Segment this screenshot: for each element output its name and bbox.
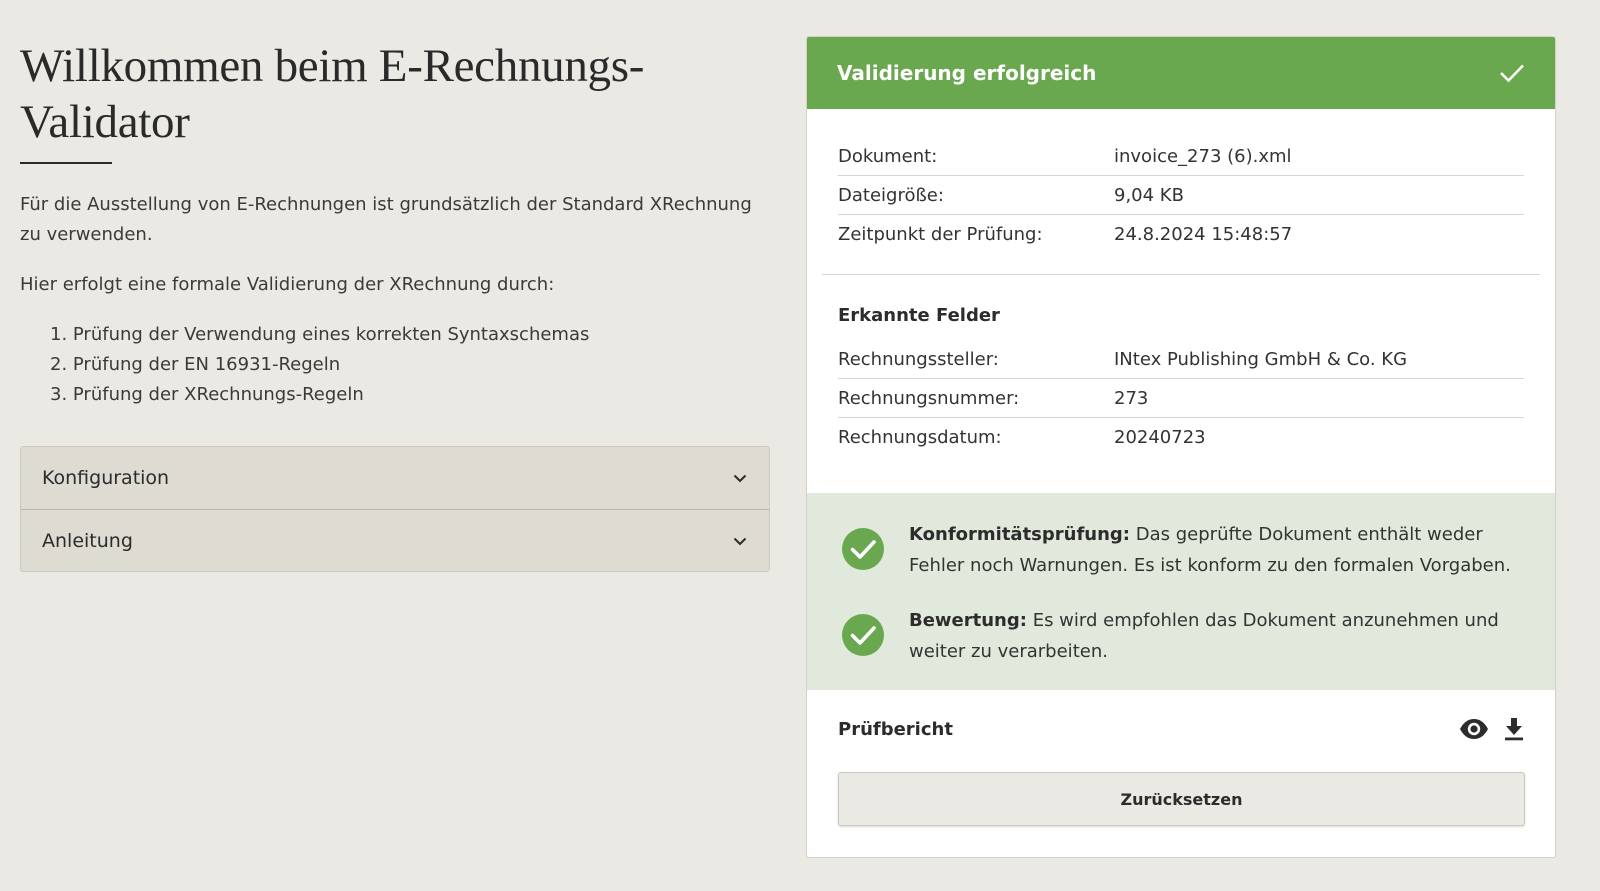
report-actions xyxy=(1459,717,1525,741)
intro-column: Willkommen beim E-Rechnungs-Validator Fü… xyxy=(20,38,770,572)
table-row: Dateigröße: 9,04 KB xyxy=(838,176,1524,215)
table-row: Rechnungsdatum: 20240723 xyxy=(838,418,1524,457)
check-circle-icon xyxy=(842,528,884,570)
table-row: Rechnungssteller: INtex Publishing GmbH … xyxy=(838,340,1524,379)
row-value: 273 xyxy=(1114,387,1149,409)
accordion-item-anleitung[interactable]: Anleitung xyxy=(21,509,769,571)
row-key: Rechnungsdatum: xyxy=(838,427,1002,448)
page-title: Willkommen beim E-Rechnungs-Validator xyxy=(20,40,645,148)
status-label: Konformitätsprüfung: xyxy=(909,524,1131,545)
row-value: 20240723 xyxy=(1114,427,1206,448)
table-row: Zeitpunkt der Prüfung: 24.8.2024 15:48:5… xyxy=(838,215,1524,254)
chevron-down-icon xyxy=(733,537,747,545)
status-text: Konformitätsprüfung: Das geprüfte Dokume… xyxy=(909,519,1525,581)
row-key: Dokument: xyxy=(838,145,938,167)
row-key: Dateigröße: xyxy=(838,184,944,206)
document-info-table: Dokument: invoice_273 (6).xml Dateigröße… xyxy=(838,137,1524,254)
status-label: Bewertung: xyxy=(909,610,1027,631)
assessment-status: Bewertung: Es wird empfohlen das Dokumen… xyxy=(841,605,1525,667)
row-key: Rechnungsnummer: xyxy=(838,387,1020,409)
check-icon xyxy=(1500,64,1524,83)
conformity-status: Konformitätsprüfung: Das geprüfte Dokume… xyxy=(841,519,1525,581)
row-key: Rechnungssteller: xyxy=(838,348,999,370)
check-circle-icon xyxy=(842,614,884,656)
status-text: Bewertung: Es wird empfohlen das Dokumen… xyxy=(909,605,1525,667)
row-value: INtex Publishing GmbH & Co. KG xyxy=(1114,348,1408,370)
report-title: Prüfbericht xyxy=(838,718,953,740)
row-value: invoice_273 (6).xml xyxy=(1114,145,1292,167)
result-header: Validierung erfolgreich xyxy=(807,37,1555,109)
table-row: Dokument: invoice_273 (6).xml xyxy=(838,137,1524,176)
detected-fields-title: Erkannte Felder xyxy=(838,305,1000,326)
eye-icon[interactable] xyxy=(1459,718,1489,740)
detected-fields-table: Rechnungssteller: INtex Publishing GmbH … xyxy=(838,340,1524,457)
table-row: Rechnungsnummer: 273 xyxy=(838,379,1524,418)
result-header-title: Validierung erfolgreich xyxy=(837,61,1097,85)
reset-button[interactable]: Zurücksetzen xyxy=(838,772,1525,826)
accordion: Konfiguration Anleitung xyxy=(20,446,770,572)
validation-steps-list: 1. Prüfung der Verwendung eines korrekte… xyxy=(20,320,770,410)
validation-intro-text: Hier erfolgt eine formale Validierung de… xyxy=(20,274,555,295)
validation-result-card: Validierung erfolgreich Dokument: invoic… xyxy=(806,36,1556,858)
report-row: Prüfbericht xyxy=(838,709,1525,749)
status-panel: Konformitätsprüfung: Das geprüfte Dokume… xyxy=(807,493,1555,690)
row-value: 24.8.2024 15:48:57 xyxy=(1114,224,1293,245)
list-item: 3. Prüfung der XRechnungs-Regeln xyxy=(50,384,364,405)
row-value: 9,04 KB xyxy=(1114,184,1184,206)
title-underline xyxy=(20,162,112,164)
accordion-label: Anleitung xyxy=(42,529,133,552)
list-item: 2. Prüfung der EN 16931-Regeln xyxy=(50,354,341,375)
accordion-label: Konfiguration xyxy=(42,467,170,489)
section-divider xyxy=(822,274,1540,275)
chevron-down-icon xyxy=(733,474,747,483)
intro-text: Für die Ausstellung von E-Rechnungen ist… xyxy=(20,194,752,245)
accordion-item-konfiguration[interactable]: Konfiguration xyxy=(21,447,769,509)
download-icon[interactable] xyxy=(1503,717,1525,741)
list-item: 1. Prüfung der Verwendung eines korrekte… xyxy=(50,324,590,345)
row-key: Zeitpunkt der Prüfung: xyxy=(838,224,1043,245)
